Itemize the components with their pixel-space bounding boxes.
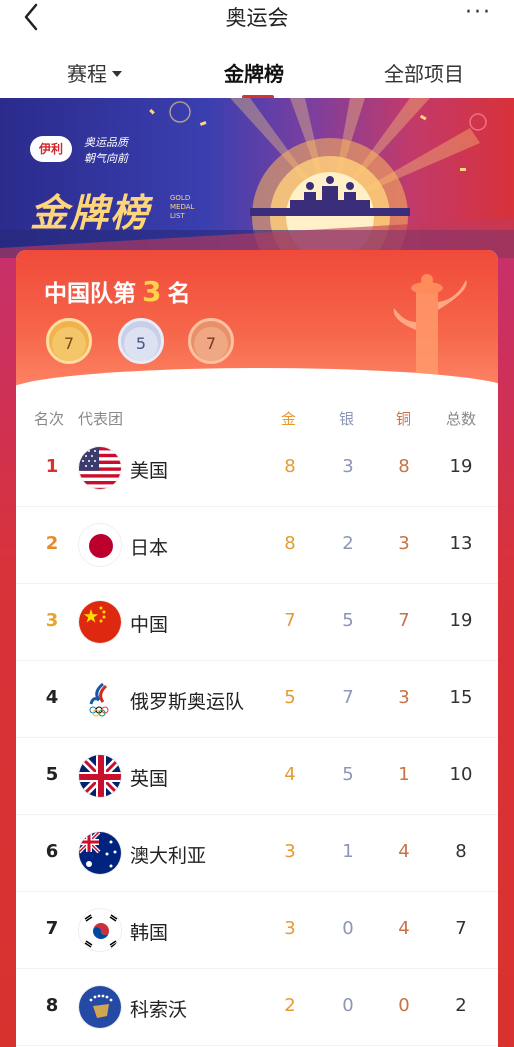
china-flag-icon	[78, 600, 122, 644]
row-team-name: 美国	[130, 460, 169, 482]
row-rank: 7	[45, 918, 59, 939]
row-team-name: 英国	[130, 768, 169, 790]
row-bronze: 0	[398, 995, 410, 1016]
bronze-medal-badge: 7	[188, 318, 234, 364]
brand-slogan-line2: 朝气向前	[84, 152, 128, 165]
row-bronze: 3	[398, 533, 410, 554]
row-silver: 7	[342, 687, 354, 708]
header-team: 代表团	[78, 410, 124, 428]
china-rank-number: 3	[142, 275, 162, 308]
tab-all-events[interactable]: 全部项目	[384, 58, 464, 87]
table-row[interactable]: 5 英国 4 5 1 10	[16, 738, 498, 815]
row-total: 7	[455, 918, 467, 939]
silver-medal-count: 5	[124, 327, 158, 361]
china-rank-suffix: 名	[167, 281, 191, 307]
tab-bar: 赛程 金牌榜 全部项目	[0, 38, 514, 99]
banner-subtitle: GOLD MEDAL LIST	[170, 194, 195, 220]
usa-flag-icon	[78, 446, 122, 490]
dropdown-caret-icon	[112, 70, 122, 77]
table-row[interactable]: 3 中国 7 5 7 19	[16, 584, 498, 661]
row-total: 2	[455, 995, 467, 1016]
row-team-name: 俄罗斯奥运队	[130, 691, 245, 713]
row-rank: 1	[45, 456, 59, 477]
tab-schedule-label: 赛程	[67, 62, 107, 86]
row-rank: 3	[45, 610, 59, 631]
row-rank: 2	[45, 533, 59, 554]
australia-flag-icon	[78, 831, 122, 875]
row-total: 15	[449, 687, 473, 708]
row-silver: 2	[342, 533, 354, 554]
uk-flag-icon	[78, 754, 122, 798]
row-bronze: 8	[398, 456, 410, 477]
row-gold: 7	[284, 610, 296, 631]
row-rank: 4	[45, 687, 59, 708]
row-gold: 5	[284, 687, 296, 708]
row-team-name: 日本	[130, 537, 169, 559]
row-total: 10	[449, 764, 473, 785]
kosovo-flag-icon	[78, 985, 122, 1029]
table-header: 名次 代表团 金 银 铜 总数	[16, 408, 498, 432]
row-total: 8	[455, 841, 467, 862]
row-bronze: 7	[398, 610, 410, 631]
row-rank: 5	[45, 764, 59, 785]
row-gold: 2	[284, 995, 296, 1016]
japan-flag-icon	[78, 523, 122, 567]
row-bronze: 1	[398, 764, 410, 785]
banner-title: 金牌榜	[30, 191, 151, 235]
row-bronze: 3	[398, 687, 410, 708]
korea-flag-icon	[78, 908, 122, 952]
row-silver: 3	[342, 456, 354, 477]
tab-medal-table[interactable]: 金牌榜	[224, 58, 284, 87]
row-rank: 8	[45, 995, 59, 1016]
tab-schedule[interactable]: 赛程	[67, 58, 122, 87]
row-team-name: 韩国	[130, 922, 169, 944]
china-summary-header: 中国队第 3 名 7 5 7	[16, 250, 498, 428]
table-row[interactable]: 2 日本 8 2 3 13	[16, 507, 498, 584]
medal-table-card: 中国队第 3 名 7 5 7 名次 代表团 金 银 铜 总数 1 美国 8 3 …	[16, 250, 498, 1047]
row-gold: 8	[284, 456, 296, 477]
page-title: 奥运会	[225, 6, 289, 30]
row-gold: 8	[284, 533, 296, 554]
header-silver: 银	[339, 410, 355, 428]
china-rank-prefix: 中国队第	[44, 281, 136, 307]
table-row[interactable]: 7 韩国 3 0 4 7	[16, 892, 498, 969]
row-bronze: 4	[398, 841, 410, 862]
brand-logo: 伊利	[30, 136, 72, 162]
row-team-name: 澳大利亚	[130, 845, 207, 867]
header-gold: 金	[281, 410, 297, 428]
medal-banner: 伊利 奥运品质 朝气向前 金牌榜 GOLD MEDAL LIST	[0, 98, 514, 258]
row-team-name: 中国	[130, 614, 169, 636]
row-gold: 3	[284, 918, 296, 939]
table-row[interactable]: 8 科索沃 2 0 0 2	[16, 969, 498, 1046]
row-bronze: 4	[398, 918, 410, 939]
gold-medal-count: 7	[52, 327, 86, 361]
row-total: 19	[449, 610, 473, 631]
silver-medal-badge: 5	[118, 318, 164, 364]
header-total: 总数	[446, 410, 477, 428]
china-rank-title: 中国队第 3 名	[44, 274, 190, 308]
table-row[interactable]: 1 美国 8 3 8 19	[16, 430, 498, 507]
table-row[interactable]: 4 俄罗斯奥运队 5 7 3 15	[16, 661, 498, 738]
row-silver: 0	[342, 995, 354, 1016]
row-gold: 4	[284, 764, 296, 785]
row-silver: 1	[342, 841, 354, 862]
top-bar: 奥运会 ···	[0, 0, 514, 38]
row-silver: 5	[342, 610, 354, 631]
roc-emblem-icon	[78, 677, 122, 721]
row-rank: 6	[45, 841, 59, 862]
row-total: 19	[449, 456, 473, 477]
row-gold: 3	[284, 841, 296, 862]
header-bronze: 铜	[396, 410, 412, 428]
brand-slogan-line1: 奥运品质	[84, 136, 128, 149]
bronze-medal-count: 7	[194, 327, 228, 361]
more-menu-icon[interactable]: ···	[465, 0, 492, 25]
gold-medal-badge: 7	[46, 318, 92, 364]
table-row[interactable]: 6 澳大利亚 3 1 4 8	[16, 815, 498, 892]
header-rank: 名次	[34, 410, 65, 428]
row-silver: 0	[342, 918, 354, 939]
row-total: 13	[449, 533, 473, 554]
row-silver: 5	[342, 764, 354, 785]
row-team-name: 科索沃	[130, 999, 188, 1021]
